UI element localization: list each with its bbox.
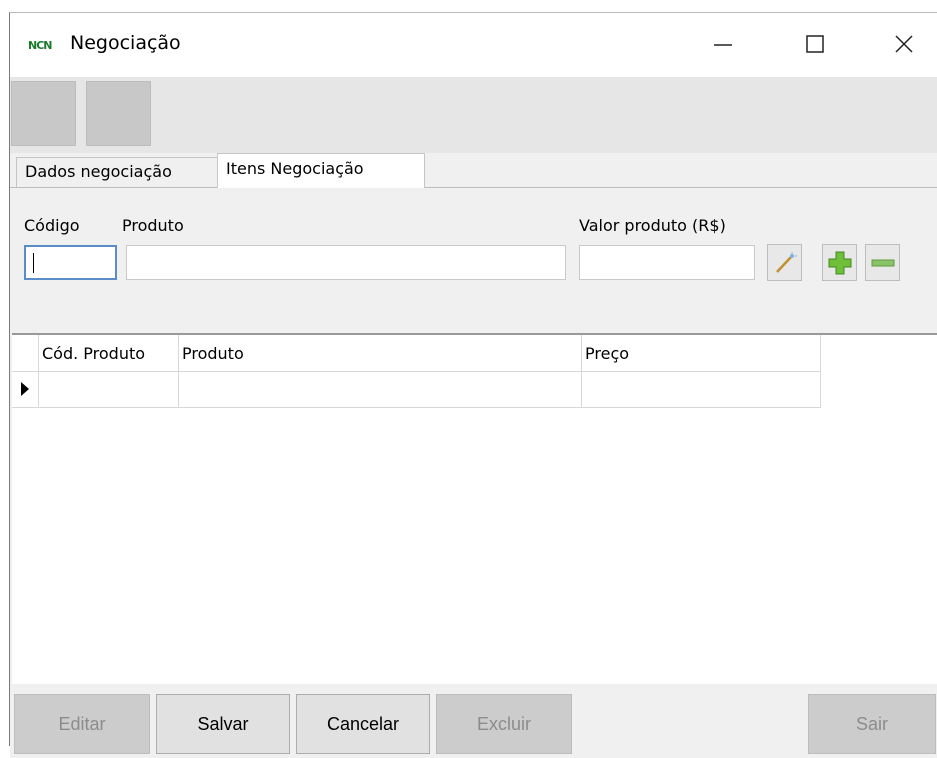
toolbar-button-1[interactable] xyxy=(11,81,76,146)
table-cell[interactable] xyxy=(179,372,582,408)
tab-itens-negociacao[interactable]: Itens Negociação xyxy=(217,153,425,188)
excluir-button[interactable]: Excluir xyxy=(436,694,572,754)
toolbar xyxy=(10,77,937,153)
minus-icon xyxy=(871,259,894,266)
valor-produto-input[interactable] xyxy=(579,245,755,280)
minimize-button[interactable] xyxy=(697,23,749,65)
window-title: Negociação xyxy=(70,32,181,54)
close-button[interactable] xyxy=(878,23,930,65)
column-header-preco[interactable]: Preço xyxy=(582,335,821,372)
toolbar-button-2[interactable] xyxy=(86,81,151,146)
maximize-button[interactable] xyxy=(789,23,841,65)
search-product-button[interactable] xyxy=(767,244,802,281)
minimize-icon xyxy=(714,44,732,46)
tab-strip: Dados negociação Itens Negociação xyxy=(10,153,937,188)
produto-input[interactable] xyxy=(126,245,566,280)
produto-label: Produto xyxy=(122,216,184,235)
table-cell[interactable] xyxy=(582,372,821,408)
app-logo-icon: NCN xyxy=(28,39,52,52)
salvar-button[interactable]: Salvar xyxy=(156,694,290,754)
column-header-cod-produto[interactable]: Cód. Produto xyxy=(39,335,179,372)
tab-dados-negociacao[interactable]: Dados negociação xyxy=(16,157,224,187)
codigo-label: Código xyxy=(24,216,80,235)
codigo-input[interactable] xyxy=(24,245,117,280)
table-cell[interactable] xyxy=(39,372,179,408)
remove-item-button[interactable] xyxy=(865,244,900,281)
add-item-button[interactable] xyxy=(822,244,857,281)
editar-button[interactable]: Editar xyxy=(14,694,150,754)
current-row-arrow-icon xyxy=(21,382,29,396)
plus-icon xyxy=(828,251,851,274)
maximize-icon xyxy=(806,35,824,53)
close-icon xyxy=(895,35,913,53)
text-caret xyxy=(33,253,34,273)
items-grid[interactable]: Cód. Produto Produto Preço xyxy=(12,333,937,686)
title-bar: NCN Negociação xyxy=(10,13,937,77)
column-header-produto[interactable]: Produto xyxy=(179,335,582,372)
valor-produto-label: Valor produto (R$) xyxy=(579,216,726,235)
row-indicator xyxy=(12,372,39,408)
magic-wand-icon xyxy=(775,251,797,273)
window: NCN Negociação Dados negociação Itens Ne… xyxy=(9,12,937,758)
row-indicator-header xyxy=(12,335,39,372)
action-bar: Editar Salvar Cancelar Excluir Sair xyxy=(10,684,937,758)
cancelar-button[interactable]: Cancelar xyxy=(296,694,430,754)
sair-button[interactable]: Sair xyxy=(808,694,936,754)
